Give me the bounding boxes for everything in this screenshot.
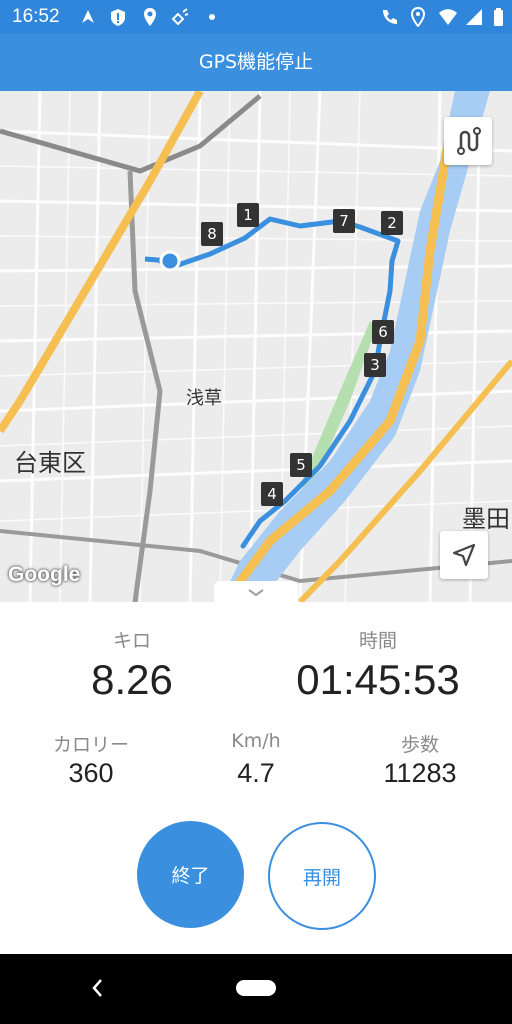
- map-label-sumida: 墨田: [462, 505, 510, 533]
- wifi-icon: [439, 9, 457, 25]
- phone-signal-icon: [383, 10, 397, 24]
- navigation-arrow-icon: [82, 10, 94, 23]
- speed-label: Km/h: [231, 730, 281, 752]
- route-marker-1: 1: [237, 203, 259, 227]
- location-pin-icon: [410, 7, 426, 27]
- home-pill-icon[interactable]: [236, 980, 276, 996]
- app-bar: GPS機能停止: [0, 34, 512, 91]
- distance-value: 8.26: [91, 656, 173, 703]
- resume-button-label: 再開: [302, 866, 341, 889]
- calories-value: 360: [68, 758, 114, 788]
- end-button-label: 終了: [171, 865, 210, 887]
- chevron-down-icon: [248, 589, 264, 597]
- location-pin-icon: [144, 8, 156, 26]
- route-marker-3: 3: [364, 353, 386, 377]
- battery-icon: [494, 8, 503, 26]
- map-canvas: [0, 91, 512, 602]
- route-icon: [457, 127, 481, 155]
- route-marker-8: 8: [201, 222, 223, 246]
- map-label-asakusa: 浅草: [186, 388, 222, 409]
- signal-icon: [466, 9, 482, 25]
- status-time: 16:52: [12, 6, 60, 27]
- route-marker-5: 5: [290, 453, 312, 477]
- route-marker-7: 7: [333, 209, 355, 233]
- alert-icon: [111, 9, 125, 26]
- route-marker-2: 2: [381, 211, 403, 235]
- calories-label: カロリー: [52, 734, 129, 756]
- system-nav-bar: [0, 954, 512, 1024]
- satellite-icon: [171, 8, 189, 26]
- end-button[interactable]: 終了: [137, 821, 244, 928]
- route-marker-4: 4: [261, 482, 283, 506]
- status-bar: 16:52: [0, 0, 512, 34]
- stats-panel: キロ 8.26 時間 01:45:53 カロリー 360 Km/h 4.7 歩数…: [0, 602, 512, 954]
- page-title: GPS機能停止: [198, 51, 314, 73]
- my-location-button[interactable]: [440, 531, 488, 579]
- route-marker-6: 6: [372, 320, 394, 344]
- distance-label: キロ: [112, 630, 151, 652]
- steps-label: 歩数: [400, 734, 439, 756]
- time-value: 01:45:53: [296, 656, 460, 703]
- back-icon[interactable]: [88, 976, 108, 1000]
- time-label: 時間: [358, 630, 397, 652]
- steps-value: 11283: [383, 758, 457, 788]
- dot-icon: [209, 14, 215, 20]
- google-logo: Google: [8, 563, 81, 586]
- resume-button[interactable]: 再開: [268, 822, 376, 930]
- speed-value: 4.7: [237, 758, 275, 788]
- map-view[interactable]: 1 2 3 4 5 6 7 8 浅草 台東区 墨田 Google: [0, 91, 512, 602]
- map-label-taito: 台東区: [14, 449, 86, 477]
- route-toggle-button[interactable]: [444, 117, 492, 165]
- my-location-arrow-icon: [452, 543, 476, 567]
